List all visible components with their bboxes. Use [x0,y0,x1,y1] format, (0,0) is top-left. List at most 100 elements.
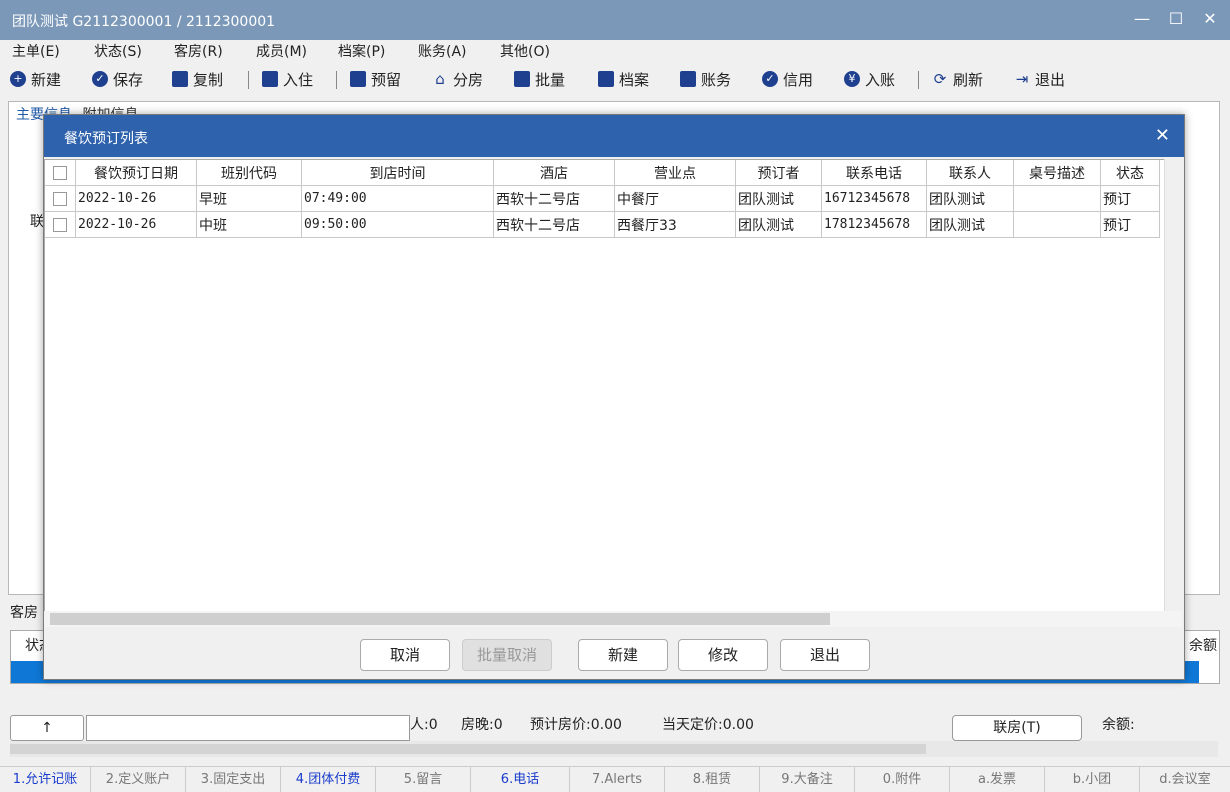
menu-room[interactable]: 客房(R) [174,41,223,61]
scrollbar-thumb[interactable] [10,744,926,754]
menu-other[interactable]: 其他(O) [500,41,550,61]
exit-dialog-button[interactable]: 退出 [780,639,870,671]
contact-label: 联 [30,214,44,230]
new-reservation-button[interactable]: 新建 [578,639,668,671]
lower-scrollbar[interactable] [10,741,1218,757]
bottom-tabs: 1.允许记账 2.定义账户 3.固定支出 4.团体付费 5.留言 6.电话 7.… [0,766,1230,792]
scrollbar-thumb[interactable] [50,613,830,625]
modify-button[interactable]: 修改 [678,639,768,671]
menu-account[interactable]: 账务(A) [418,41,467,61]
tab-big-note[interactable]: 9.大备注 [760,767,855,792]
horizontal-scrollbar[interactable] [44,611,1182,627]
tab-subgroup[interactable]: b.小团 [1045,767,1140,792]
account-button[interactable]: 账务 [680,68,731,90]
row-checkbox-cell[interactable] [45,185,76,212]
table-row[interactable]: 2022-10-26 中班 09:50:00 西软十二号店 西餐厅33 团队测试… [45,211,1160,238]
column-header[interactable]: 状态 [1100,160,1160,186]
tab-allow-charge[interactable]: 1.允许记账 [0,767,91,792]
copy-button[interactable]: 复制 [172,68,223,90]
toolbar-separator [248,71,249,89]
column-header[interactable]: 桌号描述 [1013,160,1101,186]
room-nights: 房晚:0 [461,717,503,733]
profile-button[interactable]: 档案 [598,68,649,90]
row-checkbox[interactable] [53,217,67,232]
row-checkbox-cell[interactable] [45,211,76,238]
column-balance: 余额 [1189,638,1217,654]
column-header[interactable]: 联系人 [926,160,1014,186]
batch-button[interactable]: 批量 [514,68,565,90]
save-button[interactable]: ✓ 保存 [92,68,143,90]
column-header[interactable]: 到店时间 [301,160,494,186]
column-header[interactable]: 班别代码 [196,160,302,186]
cell-shift: 中班 [196,211,302,238]
cell-contact: 团队测试 [926,211,1014,238]
cell-hotel: 西软十二号店 [493,211,615,238]
minimize-icon[interactable]: — [1130,8,1154,30]
column-header[interactable]: 预订者 [735,160,822,186]
reserve-button[interactable]: 预留 [350,68,401,90]
tab-rooms[interactable]: 客房 [10,602,38,622]
cancel-button[interactable]: 取消 [360,639,450,671]
dialog-title: 餐饮预订列表 [64,131,148,147]
check-icon: ✓ [92,71,108,87]
refresh-icon: ⟳ [933,70,947,88]
cell-status: 预订 [1100,185,1160,212]
cell-outlet: 中餐厅 [614,185,736,212]
menu-profile[interactable]: 档案(P) [338,41,385,61]
person-icon [262,71,278,87]
cell-status: 预订 [1100,211,1160,238]
new-button[interactable]: + 新建 [10,68,61,90]
linked-rooms-button[interactable]: 联房(T) [952,715,1082,741]
window-title: 团队测试 G2112300001 / 2112300001 [12,14,276,30]
column-header[interactable]: 餐饮预订日期 [75,160,197,186]
exit-button[interactable]: ⇥ 退出 [1014,68,1065,90]
cell-table-desc [1013,185,1101,212]
menu-member[interactable]: 成员(M) [256,41,307,61]
filter-input[interactable] [86,715,410,741]
column-header[interactable]: 联系电话 [821,160,927,186]
row-checkbox[interactable] [53,191,67,206]
cell-phone: 16712345678 [821,185,927,212]
menu-main[interactable]: 主单(E) [12,41,60,61]
column-header[interactable]: 酒店 [493,160,615,186]
post-button[interactable]: ¥ 入账 [844,68,895,90]
tab-phone[interactable]: 6.电话 [471,767,570,792]
cell-date: 2022-10-26 [75,211,197,238]
refresh-button[interactable]: ⟳ 刷新 [932,68,983,90]
move-up-button[interactable]: ↑ [10,715,84,741]
column-header[interactable]: 营业点 [614,160,736,186]
estimated-price: 预计房价:0.00 [530,717,622,733]
menu-status[interactable]: 状态(S) [94,41,142,61]
close-icon[interactable]: ✕ [1155,125,1170,146]
table-row[interactable]: 2022-10-26 早班 07:49:00 西软十二号店 中餐厅 团队测试 1… [45,185,1160,212]
tab-fixed-expense[interactable]: 3.固定支出 [186,767,281,792]
cell-contact: 团队测试 [926,185,1014,212]
tab-attachment[interactable]: 0.附件 [855,767,950,792]
tab-group-payment[interactable]: 4.团体付费 [281,767,376,792]
cell-hotel: 西软十二号店 [493,185,615,212]
reservation-table: 餐饮预订日期 班别代码 到店时间 酒店 营业点 预订者 联系电话 联系人 桌号描… [45,160,1160,238]
checkin-button[interactable]: 入住 [262,68,313,90]
maximize-icon[interactable]: ☐ [1164,8,1188,30]
tab-lease[interactable]: 8.租赁 [665,767,760,792]
assign-room-button[interactable]: ⌂ 分房 [432,68,483,90]
tab-meeting-room[interactable]: d.会议室 [1140,767,1230,792]
batch-cancel-button[interactable]: 批量取消 [462,639,552,671]
header-checkbox-cell[interactable] [45,160,76,186]
tab-alerts[interactable]: 7.Alerts [570,767,665,792]
cell-shift: 早班 [196,185,302,212]
cell-booker: 团队测试 [735,185,822,212]
tab-define-account[interactable]: 2.定义账户 [91,767,186,792]
exit-icon: ⇥ [1015,70,1029,88]
tab-invoice[interactable]: a.发票 [950,767,1045,792]
vertical-scrollbar[interactable] [1164,159,1183,611]
close-icon[interactable]: ✕ [1198,8,1222,30]
yen-icon: ¥ [844,71,860,87]
grid-icon [514,71,530,87]
toolbar-separator [336,71,337,89]
dining-reservation-dialog: 餐饮预订列表 ✕ 餐饮预订日期 班别代码 到店时间 酒店 营业点 预订者 联系电… [43,114,1185,680]
toolbar: + 新建 ✓ 保存 复制 入住 预留 ⌂ 分房 批量 档案 账务 ✓ 信用 ¥ 入账 ⟳ 刷… [0,62,1230,96]
select-all-checkbox[interactable] [53,165,67,180]
tab-message[interactable]: 5.留言 [376,767,471,792]
credit-button[interactable]: ✓ 信用 [762,68,813,90]
